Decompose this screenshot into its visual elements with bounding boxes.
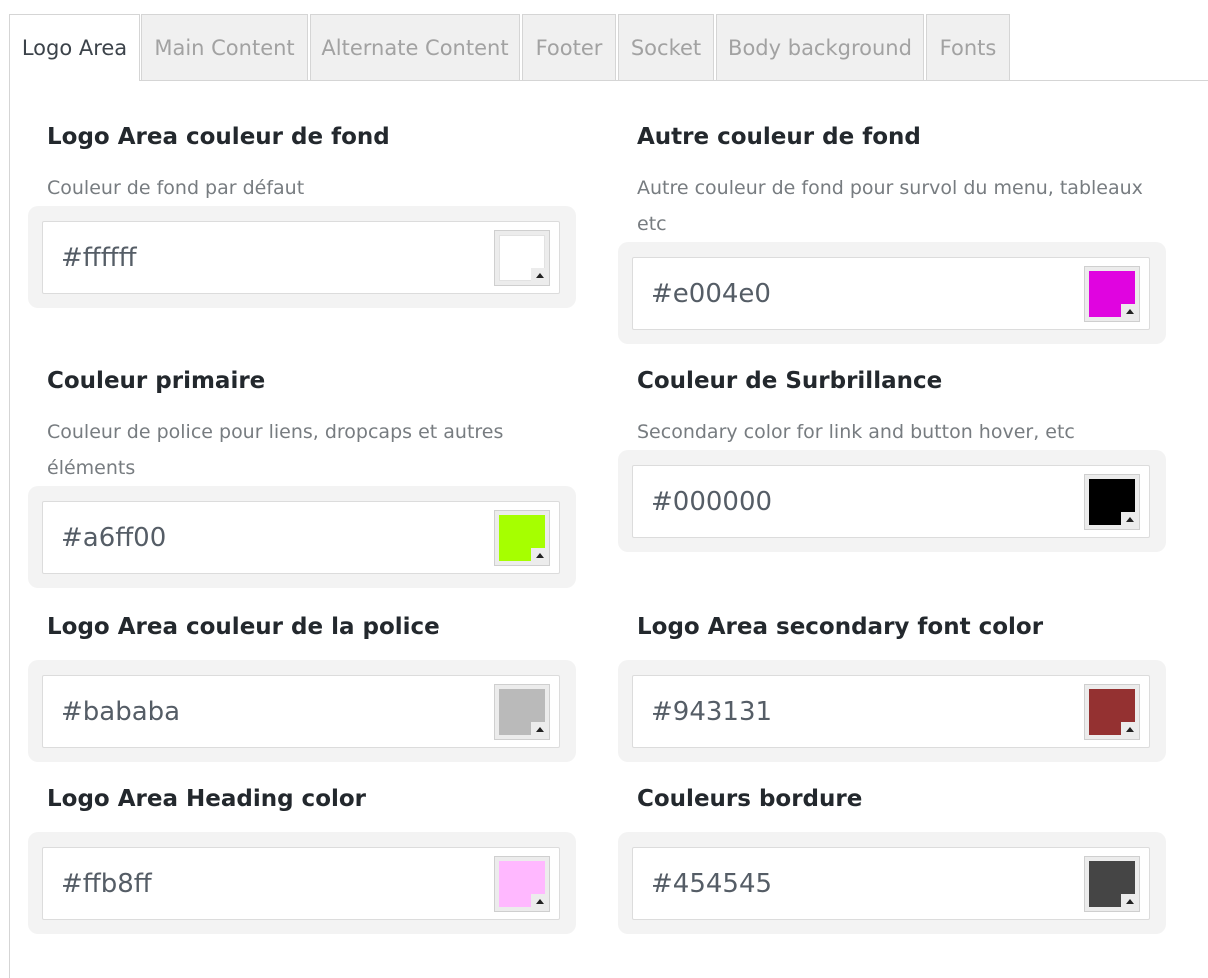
color-input[interactable]: #ffffff xyxy=(42,221,560,294)
color-value[interactable]: #943131 xyxy=(651,697,772,727)
color-well: #a6ff00 xyxy=(28,486,576,588)
color-picker-toggle[interactable] xyxy=(1121,303,1138,320)
color-value[interactable]: #ffb8ff xyxy=(61,869,152,899)
color-input[interactable]: #ffb8ff xyxy=(42,847,560,920)
field-description: Autre couleur de fond pour survol du men… xyxy=(637,177,1143,235)
color-picker-toggle[interactable] xyxy=(531,893,548,910)
caret-up-icon xyxy=(1125,899,1134,904)
color-input[interactable]: #000000 xyxy=(632,465,1150,538)
color-input[interactable]: #e004e0 xyxy=(632,257,1150,330)
color-picker-toggle[interactable] xyxy=(531,547,548,564)
color-input[interactable]: #943131 xyxy=(632,675,1150,748)
field-description: Secondary color for link and button hove… xyxy=(637,421,1075,443)
tab-bar-divider xyxy=(9,80,1208,81)
color-well: #454545 xyxy=(618,832,1166,934)
tab-logo-area[interactable]: Logo Area xyxy=(9,14,140,81)
caret-up-icon xyxy=(1125,309,1134,314)
field-title: Couleur de Surbrillance xyxy=(637,368,943,394)
color-value[interactable]: #bababa xyxy=(61,697,180,727)
color-picker-toggle[interactable] xyxy=(1121,721,1138,738)
tab-socket[interactable]: Socket xyxy=(618,14,714,80)
color-picker-button[interactable] xyxy=(1084,683,1140,740)
color-value[interactable]: #454545 xyxy=(651,869,772,899)
color-well: #e004e0 xyxy=(618,242,1166,344)
tab-body-background[interactable]: Body background xyxy=(716,14,924,80)
color-picker-toggle[interactable] xyxy=(1121,893,1138,910)
color-picker-button[interactable] xyxy=(494,683,550,740)
caret-up-icon xyxy=(1125,517,1134,522)
color-picker-button[interactable] xyxy=(494,855,550,912)
tab-alternate-content[interactable]: Alternate Content xyxy=(310,14,520,80)
color-input[interactable]: #454545 xyxy=(632,847,1150,920)
field-title: Couleur primaire xyxy=(47,368,266,394)
field-description: Couleur de police pour liens, dropcaps e… xyxy=(47,421,504,479)
caret-up-icon xyxy=(1125,727,1134,732)
tab-main-content[interactable]: Main Content xyxy=(141,14,308,80)
caret-up-icon xyxy=(535,727,544,732)
color-well: #ffb8ff xyxy=(28,832,576,934)
tab-fonts[interactable]: Fonts xyxy=(926,14,1010,80)
color-value[interactable]: #000000 xyxy=(651,487,772,517)
field-title: Logo Area secondary font color xyxy=(637,614,1044,640)
color-picker-button[interactable] xyxy=(1084,855,1140,912)
color-well: #ffffff xyxy=(28,206,576,308)
color-well: #bababa xyxy=(28,660,576,762)
color-picker-toggle[interactable] xyxy=(531,267,548,284)
field-title: Couleurs bordure xyxy=(637,786,863,812)
color-picker-toggle[interactable] xyxy=(1121,511,1138,528)
color-picker-toggle[interactable] xyxy=(531,721,548,738)
panel-border xyxy=(9,80,10,978)
caret-up-icon xyxy=(535,899,544,904)
field-title: Logo Area couleur de la police xyxy=(47,614,440,640)
color-value[interactable]: #a6ff00 xyxy=(61,523,166,553)
color-value[interactable]: #ffffff xyxy=(61,243,137,273)
color-picker-button[interactable] xyxy=(1084,473,1140,530)
field-title: Logo Area Heading color xyxy=(47,786,367,812)
field-title: Logo Area couleur de fond xyxy=(47,124,390,150)
color-well: #943131 xyxy=(618,660,1166,762)
color-picker-button[interactable] xyxy=(1084,265,1140,322)
color-picker-button[interactable] xyxy=(494,229,550,286)
caret-up-icon xyxy=(535,273,544,278)
color-picker-button[interactable] xyxy=(494,509,550,566)
caret-up-icon xyxy=(535,553,544,558)
color-well: #000000 xyxy=(618,450,1166,552)
field-title: Autre couleur de fond xyxy=(637,124,921,150)
color-input[interactable]: #a6ff00 xyxy=(42,501,560,574)
field-description: Couleur de fond par défaut xyxy=(47,177,305,199)
color-input[interactable]: #bababa xyxy=(42,675,560,748)
color-value[interactable]: #e004e0 xyxy=(651,279,771,309)
tab-footer[interactable]: Footer xyxy=(522,14,616,80)
